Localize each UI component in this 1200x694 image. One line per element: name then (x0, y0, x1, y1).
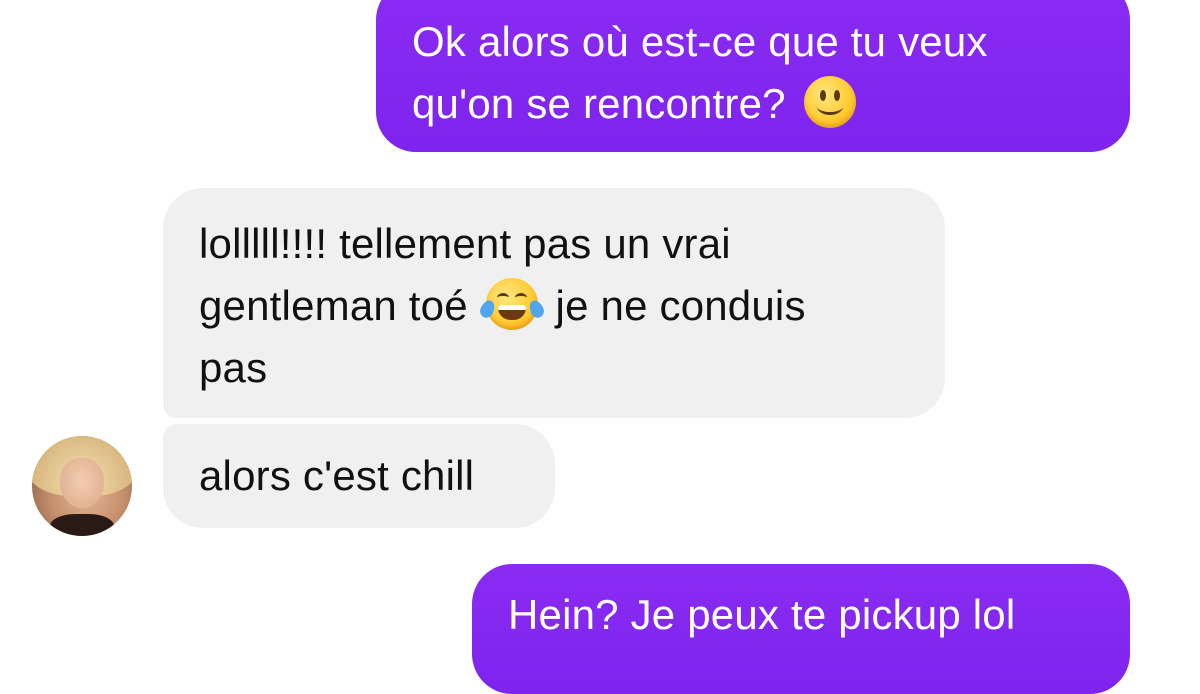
received-message-bubble[interactable]: lolllll!!!! tellement pas un vrai gentle… (163, 188, 945, 418)
message-text: je ne conduis (555, 282, 806, 329)
message-line: pas (199, 344, 268, 391)
message-line: gentleman toé je ne conduis (199, 275, 945, 337)
message-line: lolllll!!!! tellement pas un vrai (199, 220, 731, 267)
message-line: Ok alors où est-ce que tu veux (412, 18, 988, 65)
message-line: qu'on se rencontre? (412, 73, 1130, 135)
slightly-smiling-face-icon (803, 76, 856, 128)
sent-message-bubble[interactable]: Ok alors où est-ce que tu veux qu'on se … (376, 0, 1130, 152)
face-with-tears-of-joy-icon (477, 278, 546, 330)
message-text: qu'on se rencontre? (412, 80, 786, 127)
message-line: alors c'est chill (199, 452, 475, 499)
sent-message-bubble[interactable]: Hein? Je peux te pickup lol (472, 564, 1130, 694)
message-text: gentleman toé (199, 282, 468, 329)
received-message-bubble[interactable]: alors c'est chill (163, 424, 555, 528)
contact-avatar[interactable] (32, 436, 132, 536)
message-line: Hein? Je peux te pickup lol (508, 591, 1016, 638)
